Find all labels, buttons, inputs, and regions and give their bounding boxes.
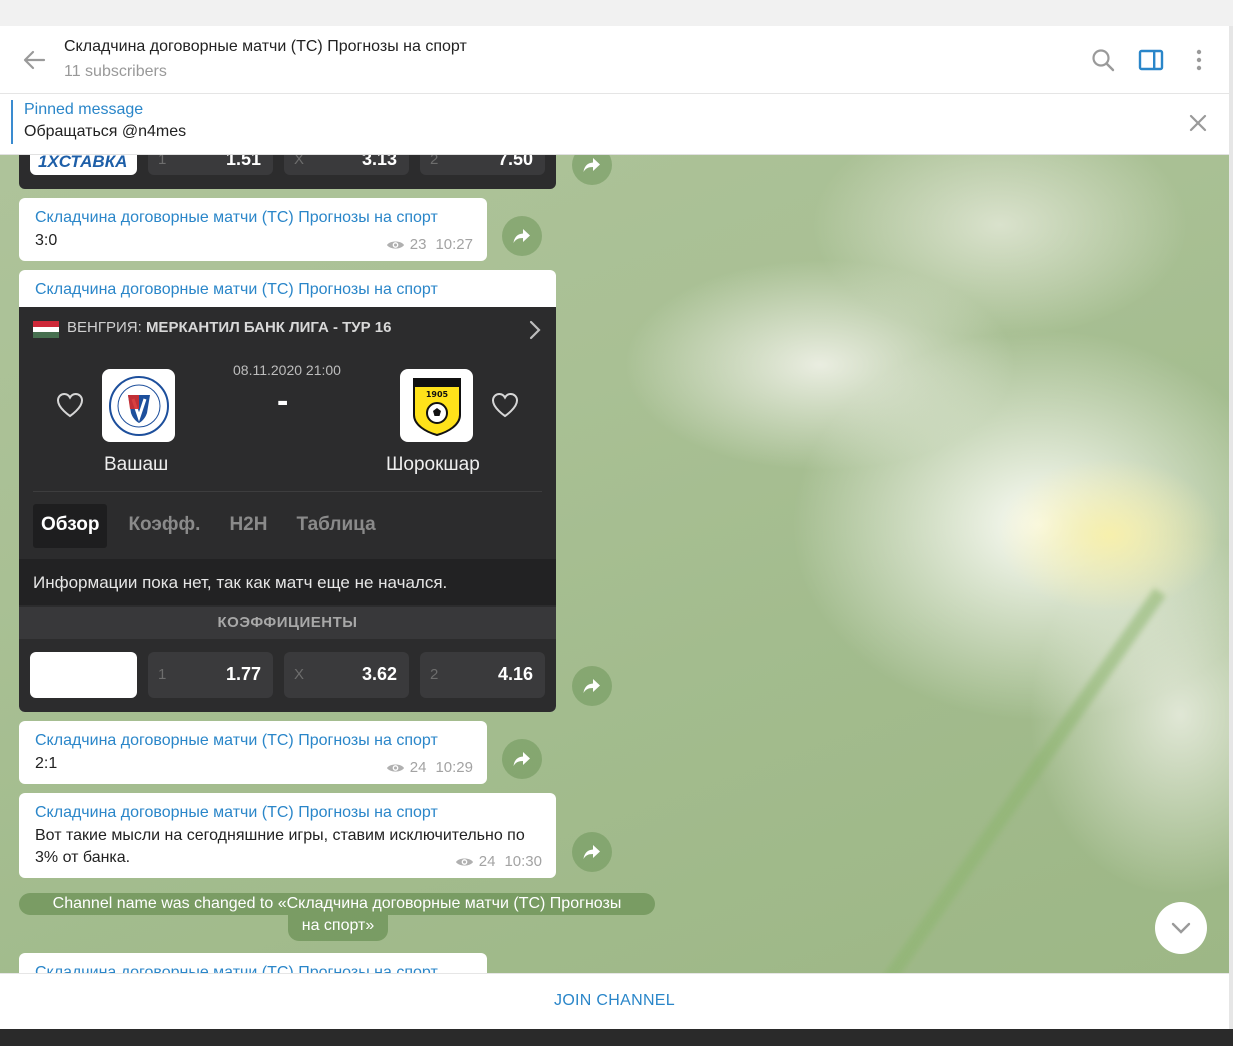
vasas-crest-icon — [108, 375, 169, 436]
message-text: 3:0 — [35, 232, 58, 249]
soroksar-crest-icon: 1905 — [412, 377, 461, 436]
odd-cell[interactable]: 1 1.51 — [148, 155, 273, 175]
channel-title[interactable]: Складчина договорные матчи (ТС) Прогнозы… — [64, 38, 467, 56]
odd-cell[interactable]: 2 7.50 — [420, 155, 545, 175]
odds-row: 1 1.77 X 3.62 2 4.16 — [30, 652, 545, 698]
pinned-label: Pinned message — [24, 101, 144, 118]
message-time: 10:27 — [435, 236, 473, 253]
favorite-home-heart-icon[interactable] — [54, 389, 86, 421]
partial-odds-row: 1XСТАВКА 1 1.51 X 3.13 2 7.50 — [30, 155, 545, 175]
message-bubble[interactable]: Складчина договорные матчи (ТС) Прогнозы… — [19, 198, 487, 261]
share-button[interactable] — [502, 739, 542, 779]
message-meta: 24 10:29 — [386, 759, 473, 776]
window-right-edge — [1229, 26, 1233, 1036]
pinned-accent-bar — [11, 100, 13, 144]
view-count: 24 — [409, 759, 427, 776]
chat-area[interactable]: 1XСТАВКА 1 1.51 X 3.13 2 7.50 Складчина … — [0, 155, 1229, 973]
odd-key: X — [294, 666, 305, 683]
chat-header: Складчина договорные матчи (ТС) Прогнозы… — [0, 26, 1229, 94]
views-eye-icon — [455, 857, 473, 866]
tab-h2h[interactable]: H2H — [221, 504, 275, 548]
share-button[interactable] — [572, 832, 612, 872]
message-bubble[interactable]: Складчина договорные матчи (ТС) Прогнозы… — [19, 953, 487, 973]
odd-value: 3.62 — [361, 664, 397, 684]
odd-value: 1.77 — [225, 664, 261, 684]
share-arrow-icon — [513, 229, 530, 243]
svg-text:1905: 1905 — [425, 390, 448, 399]
home-team-logo — [102, 369, 175, 442]
league-title[interactable]: ВЕНГРИЯ: МЕРКАНТИЛ БАНК ЛИГА - ТУР 16 — [67, 319, 391, 336]
window-top-strip — [0, 0, 1233, 26]
match-datetime: 08.11.2020 21:00 — [233, 362, 341, 378]
match-card[interactable]: ВЕНГРИЯ: МЕРКАНТИЛ БАНК ЛИГА - ТУР 16 08… — [19, 307, 556, 712]
message-sender[interactable]: Складчина договорные матчи (ТС) Прогнозы… — [35, 732, 438, 750]
view-count: 24 — [478, 853, 496, 870]
partial-odds-card: 1XСТАВКА 1 1.51 X 3.13 2 7.50 — [19, 155, 556, 189]
card-divider — [33, 491, 542, 492]
message-meta: 24 10:30 — [455, 853, 542, 870]
message-bubble[interactable]: Складчина договорные матчи (ТС) Прогнозы… — [19, 793, 556, 878]
sidebar-toggle-icon[interactable] — [1137, 46, 1165, 74]
chevron-down-icon — [1171, 922, 1191, 934]
tab-table[interactable]: Таблица — [288, 504, 383, 548]
taskbar-strip — [0, 1029, 1233, 1046]
favorite-away-heart-icon[interactable] — [489, 389, 521, 421]
odd-cell[interactable]: 2 4.16 — [420, 652, 545, 698]
odd-cell[interactable]: X 3.13 — [284, 155, 409, 175]
search-icon[interactable] — [1089, 46, 1117, 74]
odd-value: 4.16 — [497, 664, 533, 684]
odd-cell[interactable]: 1 1.77 — [148, 652, 273, 698]
background-stem — [856, 587, 1166, 973]
scroll-down-button[interactable] — [1155, 902, 1207, 954]
home-team-name: Вашаш — [104, 454, 169, 475]
chevron-right-icon[interactable] — [526, 319, 544, 341]
message-time: 10:30 — [504, 853, 542, 870]
views-eye-icon — [386, 763, 404, 772]
more-menu-icon[interactable] — [1185, 46, 1213, 74]
match-info-panel: Информации пока нет, так как матч еще не… — [19, 559, 556, 605]
subscriber-count: 11 subscribers — [64, 63, 167, 80]
bookmaker-logo[interactable] — [30, 652, 137, 698]
match-score: - — [277, 382, 289, 420]
match-message[interactable]: Складчина договорные матчи (ТС) Прогнозы… — [19, 270, 556, 712]
message-text: 2:1 — [35, 755, 58, 772]
message-sender[interactable]: Складчина договорные матчи (ТС) Прогнозы… — [35, 281, 438, 299]
chat-footer: JOIN CHANNEL — [0, 973, 1229, 1029]
pinned-message-bar[interactable]: Pinned message Обращаться @n4mes — [0, 94, 1229, 155]
tab-odds[interactable]: Коэфф. — [120, 504, 208, 548]
join-channel-button[interactable]: JOIN CHANNEL — [0, 992, 1229, 1010]
away-team-name: Шорокшар — [386, 454, 480, 475]
away-team-logo: 1905 — [400, 369, 473, 442]
odd-key: 1 — [158, 666, 167, 683]
service-message-line2: на спорт» — [288, 915, 388, 941]
message-sender[interactable]: Складчина договорные матчи (ТС) Прогнозы… — [35, 804, 438, 822]
views-eye-icon — [386, 240, 404, 249]
share-button[interactable] — [572, 155, 612, 185]
back-arrow-icon[interactable] — [20, 46, 48, 74]
view-count: 23 — [409, 236, 427, 253]
hungary-flag-icon — [33, 321, 59, 338]
message-time: 10:29 — [435, 759, 473, 776]
share-button[interactable] — [502, 216, 542, 256]
share-button[interactable] — [572, 666, 612, 706]
match-tabs: Обзор Коэфф. H2H Таблица — [33, 504, 397, 548]
close-icon[interactable] — [1186, 111, 1210, 135]
share-arrow-icon — [583, 679, 600, 693]
message-sender[interactable]: Складчина договорные матчи (ТС) Прогнозы… — [35, 209, 438, 227]
message-bubble[interactable]: Складчина договорные матчи (ТС) Прогнозы… — [19, 721, 487, 784]
message-sender[interactable]: Складчина договорные матчи (ТС) Прогнозы… — [35, 964, 438, 973]
tab-overview[interactable]: Обзор — [33, 504, 108, 548]
odd-cell[interactable]: X 3.62 — [284, 652, 409, 698]
service-message: Channel name was changed to «Складчина д… — [19, 893, 655, 915]
share-arrow-icon — [583, 158, 600, 172]
message-meta: 23 10:27 — [386, 236, 473, 253]
coefficients-header: КОЭФФИЦИЕНТЫ — [19, 607, 556, 639]
match-info-text: Информации пока нет, так как матч еще не… — [33, 573, 448, 592]
pinned-text: Обращаться @n4mes — [24, 123, 187, 140]
bookmaker-logo[interactable]: 1XСТАВКА — [30, 155, 137, 175]
odd-key: 2 — [430, 666, 439, 683]
share-arrow-icon — [513, 752, 530, 766]
share-arrow-icon — [583, 845, 600, 859]
